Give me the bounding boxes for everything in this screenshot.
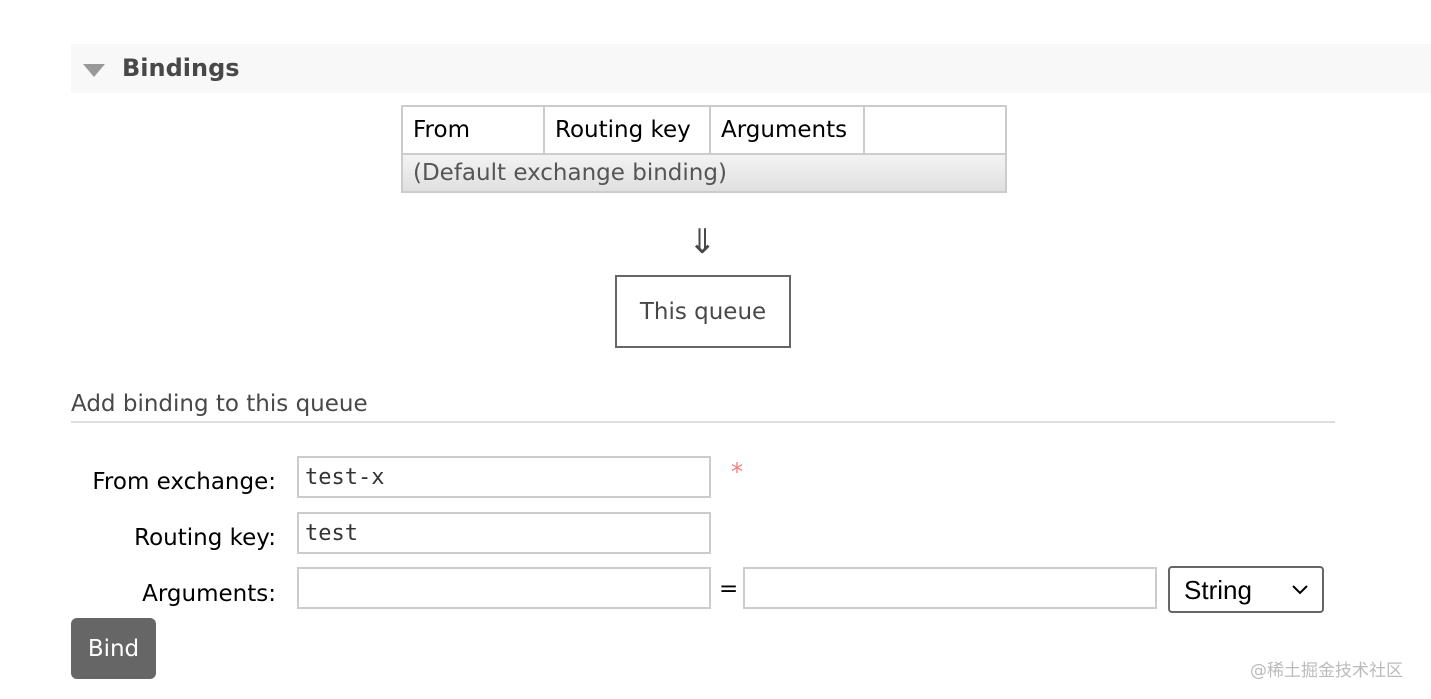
down-arrow-icon: ⇓ <box>688 222 717 262</box>
from-exchange-input[interactable] <box>297 456 711 498</box>
argument-value-input[interactable] <box>743 567 1157 609</box>
triangle-down-icon <box>83 64 105 77</box>
default-binding-cell: (Default exchange binding) <box>401 153 1007 193</box>
routing-key-input[interactable] <box>297 512 711 554</box>
queue-label: This queue <box>639 298 767 325</box>
column-header-routing-key: Routing key <box>543 105 711 155</box>
table-row: (Default exchange binding) <box>401 153 1007 193</box>
from-exchange-label: From exchange: <box>92 469 276 495</box>
add-binding-heading: Add binding to this queue <box>71 391 1335 423</box>
arguments-label: Arguments: <box>142 581 276 607</box>
bindings-table: From Routing key Arguments (Default exch… <box>401 105 1007 193</box>
column-header-from: From <box>401 105 545 155</box>
column-header-arguments: Arguments <box>709 105 865 155</box>
section-title: Bindings <box>122 54 240 82</box>
required-marker: * <box>731 458 743 486</box>
bindings-section-header[interactable]: Bindings <box>71 44 1431 93</box>
routing-key-label: Routing key: <box>134 525 276 551</box>
argument-key-input[interactable] <box>297 567 711 609</box>
column-header-actions <box>863 105 1007 155</box>
watermark: @稀土掘金技术社区 <box>1250 661 1403 681</box>
table-header-row: From Routing key Arguments <box>401 105 1007 155</box>
chevron-down-icon <box>1292 585 1308 595</box>
bind-button[interactable]: Bind <box>71 618 156 679</box>
equals-sign: = <box>719 576 739 602</box>
argument-type-value: String <box>1184 575 1252 605</box>
argument-type-select[interactable]: String <box>1168 566 1324 613</box>
this-queue-box: This queue <box>615 275 791 348</box>
